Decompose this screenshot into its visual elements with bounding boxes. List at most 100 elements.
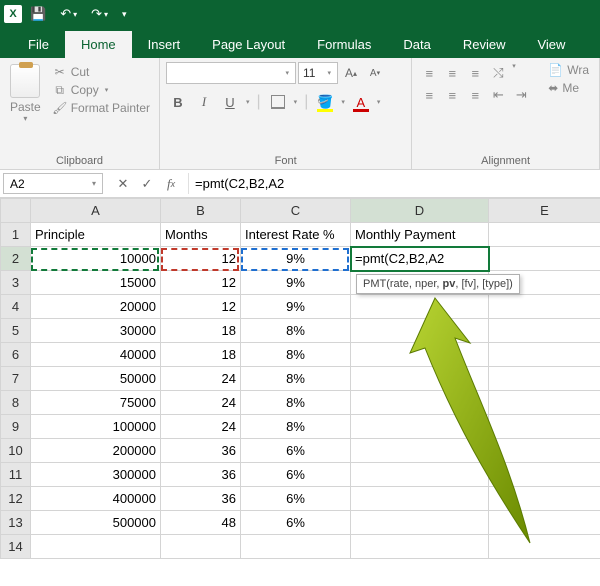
row-header[interactable]: 8 (1, 391, 31, 415)
cell[interactable] (351, 535, 489, 559)
spreadsheet-grid[interactable]: A B C D E 1 Principle Months Interest Ra… (0, 198, 600, 559)
cell[interactable] (31, 535, 161, 559)
row-header[interactable]: 6 (1, 343, 31, 367)
cell[interactable]: 30000 (31, 319, 161, 343)
cell[interactable]: 8% (241, 367, 351, 391)
row-header[interactable]: 9 (1, 415, 31, 439)
cell[interactable] (351, 343, 489, 367)
row-header[interactable]: 13 (1, 511, 31, 535)
cell[interactable]: Principle (31, 223, 161, 247)
cell[interactable]: 50000 (31, 367, 161, 391)
cell[interactable]: Interest Rate % (241, 223, 351, 247)
cell[interactable]: 12 (161, 295, 241, 319)
decrease-font-button[interactable]: A▾ (364, 62, 386, 84)
cell[interactable]: 6% (241, 487, 351, 511)
cell[interactable]: 24 (161, 391, 241, 415)
cell[interactable] (489, 415, 600, 439)
underline-dropdown[interactable]: ▾ (244, 98, 252, 106)
cell[interactable]: 24 (161, 367, 241, 391)
paste-button[interactable]: Paste ▾ (6, 62, 45, 125)
row-header[interactable]: 11 (1, 463, 31, 487)
cell[interactable]: 40000 (31, 343, 161, 367)
col-header-A[interactable]: A (31, 199, 161, 223)
save-icon[interactable]: 💾 (24, 4, 52, 24)
cell[interactable] (351, 391, 489, 415)
format-painter-button[interactable]: 🖌Format Painter (49, 100, 154, 116)
name-box[interactable]: A2▾ (3, 173, 103, 194)
cell[interactable]: 6% (241, 511, 351, 535)
row-header[interactable]: 1 (1, 223, 31, 247)
cell-C2[interactable]: 9% (241, 247, 351, 271)
cell[interactable]: Monthly Payment (351, 223, 489, 247)
cell[interactable]: 20000 (31, 295, 161, 319)
cell[interactable] (351, 439, 489, 463)
col-header-C[interactable]: C (241, 199, 351, 223)
cell-A2[interactable]: 10000 (31, 247, 161, 271)
cell[interactable]: 9% (241, 271, 351, 295)
cell[interactable]: 8% (241, 415, 351, 439)
merge-center-button[interactable]: ⬌Me (544, 80, 593, 96)
fx-icon[interactable]: fx (160, 176, 182, 192)
decrease-indent-button[interactable]: ⇤ (487, 84, 509, 106)
cell[interactable]: 12 (161, 271, 241, 295)
function-tooltip[interactable]: PMT(rate, nper, pv, [fv], [type]) (356, 274, 520, 294)
paste-dropdown-icon[interactable]: ▾ (23, 114, 27, 123)
cell[interactable]: 300000 (31, 463, 161, 487)
orientation-button[interactable]: ⤭ (487, 62, 509, 84)
col-header-D[interactable]: D (351, 199, 489, 223)
cell[interactable]: 400000 (31, 487, 161, 511)
cell[interactable]: 8% (241, 319, 351, 343)
cell[interactable] (489, 511, 600, 535)
row-header[interactable]: 10 (1, 439, 31, 463)
col-header-E[interactable]: E (489, 199, 600, 223)
cell[interactable]: 36 (161, 487, 241, 511)
cell-D2-editing[interactable]: =pmt(C2,B2,A2 (351, 247, 489, 271)
select-all-corner[interactable] (1, 199, 31, 223)
cancel-formula-button[interactable]: ✕ (112, 176, 134, 192)
italic-button[interactable]: I (192, 90, 216, 114)
tab-review[interactable]: Review (447, 31, 522, 58)
col-header-B[interactable]: B (161, 199, 241, 223)
increase-indent-button[interactable]: ⇥ (510, 84, 532, 106)
cell[interactable] (489, 487, 600, 511)
row-header[interactable]: 4 (1, 295, 31, 319)
fill-dropdown[interactable]: ▾ (339, 98, 347, 106)
tab-page-layout[interactable]: Page Layout (196, 31, 301, 58)
row-header[interactable]: 14 (1, 535, 31, 559)
border-dropdown[interactable]: ▾ (292, 98, 300, 106)
cell[interactable] (489, 295, 600, 319)
bold-button[interactable]: B (166, 90, 190, 114)
underline-button[interactable]: U (218, 90, 242, 114)
align-center-button[interactable]: ≡ (441, 84, 463, 106)
tab-home[interactable]: Home (65, 31, 132, 58)
cell[interactable]: 6% (241, 439, 351, 463)
wrap-text-button[interactable]: 📄Wra (544, 62, 593, 78)
cell[interactable] (489, 247, 600, 271)
align-left-button[interactable]: ≡ (418, 84, 440, 106)
undo-icon[interactable]: ↶▾ (54, 4, 83, 24)
align-bottom-button[interactable]: ≡ (464, 62, 486, 84)
redo-icon[interactable]: ↷▾ (85, 4, 114, 24)
cell[interactable] (351, 367, 489, 391)
cell[interactable]: 15000 (31, 271, 161, 295)
formula-input[interactable]: =pmt(C2,B2,A2 (188, 173, 597, 194)
cell[interactable]: 18 (161, 343, 241, 367)
cell[interactable]: 48 (161, 511, 241, 535)
cell[interactable] (161, 535, 241, 559)
cell-B2[interactable]: 12 (161, 247, 241, 271)
enter-formula-button[interactable]: ✓ (136, 176, 158, 192)
cell[interactable] (351, 415, 489, 439)
cell[interactable] (351, 511, 489, 535)
cell[interactable]: 200000 (31, 439, 161, 463)
cell[interactable]: 18 (161, 319, 241, 343)
font-color-dropdown[interactable]: ▾ (375, 98, 383, 106)
cell[interactable] (489, 367, 600, 391)
font-size-select[interactable]: 11▾ (298, 62, 338, 84)
cell[interactable]: 75000 (31, 391, 161, 415)
border-button[interactable] (266, 90, 290, 114)
cell[interactable]: 500000 (31, 511, 161, 535)
row-header[interactable]: 5 (1, 319, 31, 343)
align-top-button[interactable]: ≡ (418, 62, 440, 84)
cell[interactable] (351, 319, 489, 343)
font-color-button[interactable]: A (349, 90, 373, 114)
